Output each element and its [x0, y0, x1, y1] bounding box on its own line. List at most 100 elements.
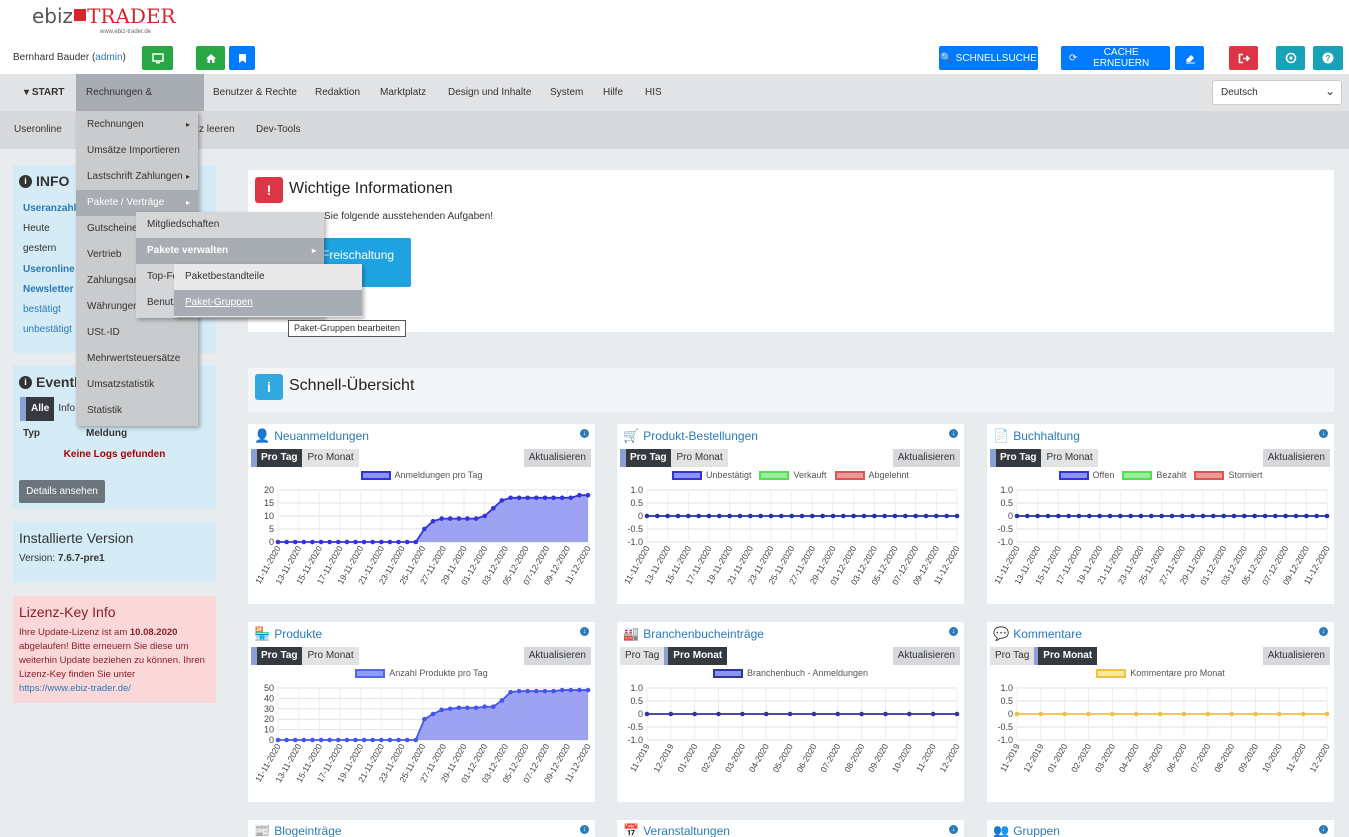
- menu-item-rechnungen[interactable]: Rechnungen ▸: [76, 112, 198, 138]
- download-icon[interactable]: ↓: [580, 825, 589, 834]
- download-icon[interactable]: ↓: [949, 627, 958, 636]
- info-row-confirmed[interactable]: bestätigt: [23, 300, 76, 320]
- update-button[interactable]: Aktualisieren: [523, 449, 591, 467]
- download-icon[interactable]: ↓: [580, 627, 589, 636]
- legend-item[interactable]: Storniert: [1194, 470, 1262, 480]
- user-role-link[interactable]: admin: [95, 52, 122, 63]
- language-select[interactable]: Deutsch: [1212, 80, 1342, 105]
- menu-item-ustid[interactable]: USt.-ID: [76, 320, 198, 346]
- tab-per-day[interactable]: Pro Tag: [990, 647, 1035, 665]
- tab-per-day[interactable]: Pro Tag: [620, 449, 672, 467]
- tab-per-month[interactable]: Pro Monat: [664, 647, 728, 665]
- data-point: [1304, 513, 1309, 519]
- data-point: [1035, 513, 1040, 519]
- legend-item[interactable]: Offen: [1058, 470, 1114, 480]
- tab-per-day[interactable]: Pro Tag: [620, 647, 665, 665]
- card-title[interactable]: Buchhaltung: [1013, 429, 1080, 443]
- download-icon[interactable]: ↓: [1319, 429, 1328, 438]
- subnav-useronline[interactable]: Useronline: [14, 111, 62, 149]
- tab-per-month[interactable]: Pro Monat: [1041, 449, 1098, 467]
- home-button[interactable]: [196, 46, 225, 70]
- card-title[interactable]: Produkte: [274, 627, 322, 641]
- update-button[interactable]: Aktualisieren: [892, 647, 960, 665]
- download-icon[interactable]: ↓: [949, 429, 958, 438]
- menu-item-statistik[interactable]: Statistik: [76, 398, 198, 424]
- nav-item-system[interactable]: System: [540, 74, 593, 111]
- update-button[interactable]: Aktualisieren: [523, 647, 591, 665]
- subnav-clear[interactable]: z leeren: [199, 111, 235, 149]
- download-icon[interactable]: ↓: [949, 825, 958, 834]
- tab-per-month[interactable]: Pro Monat: [1034, 647, 1098, 665]
- legend-item[interactable]: Unbestätigt: [671, 470, 751, 480]
- update-button[interactable]: Aktualisieren: [892, 449, 960, 467]
- card-title[interactable]: Produkt-Bestellungen: [643, 429, 758, 443]
- nav-item-help[interactable]: Hilfe: [593, 74, 633, 111]
- help-button[interactable]: ?: [1313, 46, 1343, 70]
- nav-item-his[interactable]: HIS: [635, 74, 672, 111]
- data-point: [551, 495, 556, 501]
- update-button[interactable]: Aktualisieren: [1262, 449, 1330, 467]
- card-title[interactable]: Kommentare: [1013, 627, 1082, 641]
- update-button[interactable]: Aktualisieren: [1262, 647, 1330, 665]
- quicksearch-button[interactable]: 🔍 SCHNELLSUCHE: [939, 46, 1038, 70]
- tab-per-month[interactable]: Pro Monat: [671, 449, 728, 467]
- license-link[interactable]: https://www.ebiz-trader.de/: [19, 683, 131, 694]
- events-tab-all[interactable]: Alle: [26, 397, 55, 421]
- tab-per-day[interactable]: Pro Tag: [251, 647, 303, 665]
- legend-item[interactable]: Verkauft: [759, 470, 827, 480]
- card-title[interactable]: Neuanmeldungen: [274, 429, 369, 443]
- card-title[interactable]: Branchenbucheinträge: [643, 627, 764, 641]
- tab-per-day[interactable]: Pro Tag: [990, 449, 1042, 467]
- logo[interactable]: ebiz TRADER: [32, 4, 176, 28]
- nav-item-design[interactable]: Design und Inhalte: [438, 74, 541, 111]
- menu-item-manage-packages[interactable]: Pakete verwalten ▸: [136, 238, 324, 264]
- legend-item[interactable]: Anzahl Produkte pro Tag: [355, 668, 488, 678]
- card-title[interactable]: Blogeinträge: [274, 824, 341, 837]
- chart-1: -1.0-0.500.51.011-11-202013-11-202015-11…: [622, 485, 962, 587]
- card-title[interactable]: Gruppen: [1013, 824, 1060, 837]
- menu-item-package-groups[interactable]: Paket-Gruppen: [174, 290, 362, 316]
- legend-item[interactable]: Anmeldungen pro Tag: [360, 470, 482, 480]
- menu-item-lastschrift[interactable]: Lastschrift Zahlungen ▸: [76, 164, 198, 190]
- menu-item-mwst[interactable]: Mehrwertsteuersätze: [76, 346, 198, 372]
- logout-button[interactable]: [1229, 46, 1258, 70]
- info-row-useranzahl[interactable]: Useranzahl: [23, 199, 76, 219]
- monitor-button[interactable]: [142, 46, 173, 70]
- details-button[interactable]: Details ansehen: [19, 480, 105, 503]
- bookmark-button[interactable]: [229, 46, 255, 70]
- legend-item[interactable]: Abgelehnt: [834, 470, 909, 480]
- data-point: [413, 539, 419, 545]
- nav-item-users[interactable]: Benutzer & Rechte: [203, 74, 307, 111]
- tab-per-month[interactable]: Pro Monat: [302, 449, 359, 467]
- legend-item[interactable]: Kommentare pro Monat: [1096, 668, 1225, 678]
- data-point: [387, 737, 393, 743]
- download-icon[interactable]: ↓: [1319, 627, 1328, 636]
- info-row-newsletter[interactable]: Newsletter: [23, 280, 76, 300]
- y-tick-label: 0: [1008, 511, 1013, 521]
- subnav-devtools[interactable]: Dev-Tools: [256, 111, 300, 149]
- support-button[interactable]: [1276, 46, 1305, 70]
- info-row-useronline[interactable]: Useronline: [23, 260, 76, 280]
- cache-renew-button[interactable]: ⟳ CACHE ERNEUERN: [1061, 46, 1170, 70]
- download-icon[interactable]: ↓: [580, 429, 589, 438]
- menu-item-import[interactable]: Umsätze Importieren: [76, 138, 198, 164]
- download-icon[interactable]: ↓: [1319, 825, 1328, 834]
- data-point: [903, 513, 908, 519]
- legend-item[interactable]: Branchenbuch - Anmeldungen: [712, 668, 868, 678]
- menu-item-package-parts[interactable]: Paketbestandteile: [174, 264, 362, 290]
- x-tick-label: 12-2020: [1307, 742, 1331, 774]
- tab-per-month[interactable]: Pro Monat: [302, 647, 359, 665]
- legend-item[interactable]: Bezahlt: [1122, 470, 1186, 480]
- nav-item-marketplace[interactable]: Marktplatz: [370, 74, 436, 111]
- eraser-button[interactable]: [1175, 46, 1204, 70]
- info-row-unconfirmed[interactable]: unbestätigt: [23, 320, 76, 340]
- data-point: [907, 711, 912, 717]
- tab-per-day[interactable]: Pro Tag: [251, 449, 303, 467]
- card-title[interactable]: Veranstaltungen: [643, 824, 730, 837]
- menu-item-memberships[interactable]: Mitgliedschaften: [136, 212, 324, 238]
- nav-item-start[interactable]: ▾ START: [14, 74, 74, 111]
- nav-item-finance[interactable]: Rechnungen & Finanzen: [76, 74, 204, 135]
- menu-item-umsatzstatistik[interactable]: Umsatzstatistik: [76, 372, 198, 398]
- y-tick-label: 1.0: [1000, 485, 1013, 495]
- nav-item-redaktion[interactable]: Redaktion: [305, 74, 370, 111]
